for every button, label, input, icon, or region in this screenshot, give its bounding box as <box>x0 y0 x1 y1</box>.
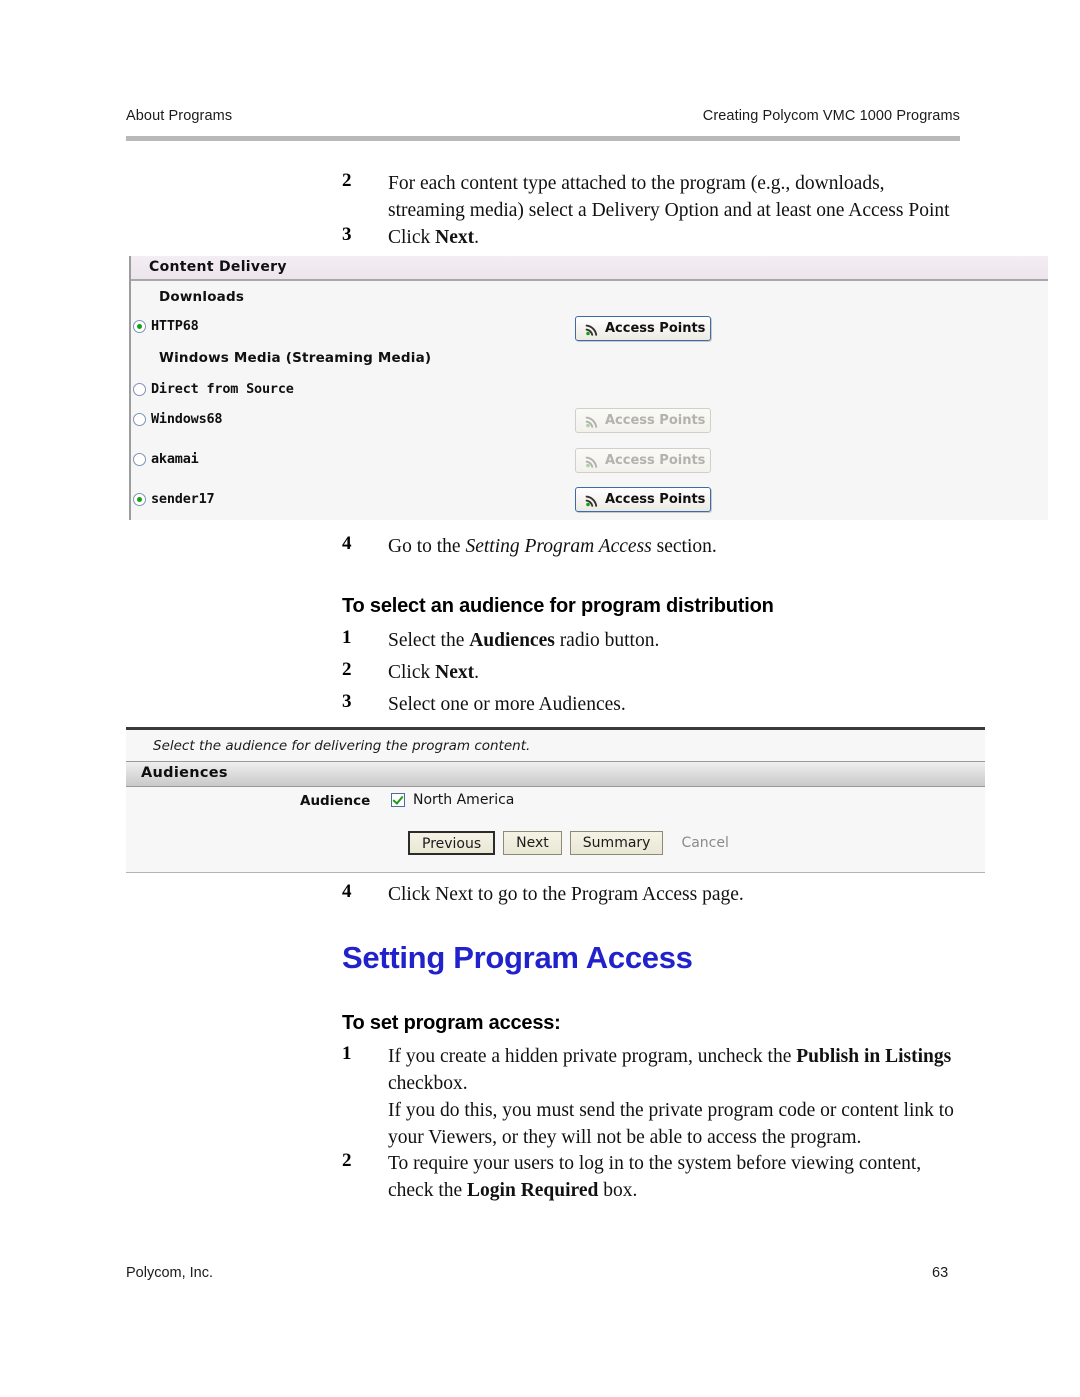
next-button[interactable]: Next <box>503 831 562 855</box>
step-text-bold: Next <box>435 662 475 683</box>
audience-checkbox-row[interactable]: North America <box>391 792 514 808</box>
running-header: About Programs Creating Polycom VMC 1000… <box>126 108 960 138</box>
step-item: 2 For each content type attached to the … <box>342 170 952 224</box>
step-text: Select the Audiences radio button. <box>388 627 952 654</box>
step-item: 1 Select the Audiences radio button. <box>342 627 952 654</box>
step-number: 4 <box>342 881 352 902</box>
header-right-text: Creating Polycom VMC 1000 Programs <box>702 108 960 124</box>
radio-windows68[interactable] <box>133 413 146 426</box>
step-text-before: If you create a hidden private program, … <box>388 1046 797 1067</box>
delivery-option-label: akamai <box>151 451 199 467</box>
step-number: 3 <box>342 224 352 245</box>
step-text: Go to the Setting Program Access section… <box>388 533 952 560</box>
wifi-signal-icon <box>585 414 600 428</box>
audiences-title-bar: Audiences <box>126 761 985 787</box>
access-points-label: Access Points <box>605 413 706 428</box>
step-text-after: box. <box>598 1180 638 1201</box>
content-delivery-screenshot: Content Delivery Downloads HTTP68 Access… <box>129 256 1048 520</box>
footer-page-number: 63 <box>932 1265 949 1281</box>
step-item: 3 Select one or more Audiences. <box>342 691 952 718</box>
step-number: 2 <box>342 1150 352 1171</box>
step-text-bold: Audiences <box>469 630 555 651</box>
step-number: 2 <box>342 170 352 191</box>
footer-company: Polycom, Inc. <box>126 1265 214 1281</box>
step-text-after: section. <box>651 536 717 557</box>
content-delivery-title: Content Delivery <box>149 259 287 275</box>
delivery-option-label: Direct from Source <box>151 381 294 397</box>
step-text: Click Next to go to the Program Access p… <box>388 884 744 905</box>
step-number: 1 <box>342 1043 352 1064</box>
audiences-intro-text: Select the audience for delivering the p… <box>153 738 531 754</box>
step-text-after: radio button. <box>554 630 660 651</box>
radio-sender17[interactable] <box>133 493 146 506</box>
wifi-signal-icon <box>585 322 600 336</box>
step-item: 3 Click Next. <box>342 224 952 251</box>
step-text-after: . <box>474 662 479 683</box>
step-text: Select one or more Audiences. <box>388 694 626 715</box>
audience-field-label: Audience <box>300 793 371 809</box>
summary-button[interactable]: Summary <box>569 831 664 855</box>
heading-select-audience: To select an audience for program distri… <box>342 595 774 617</box>
note-paragraph: If you do this, you must send the privat… <box>388 1100 954 1148</box>
wifi-signal-icon <box>585 493 600 507</box>
delivery-option-row[interactable]: sender17 Access Points <box>131 487 1048 523</box>
radio-http68[interactable] <box>133 320 146 333</box>
step-text-bold: Publish in Listings <box>796 1046 952 1067</box>
audiences-button-row: Previous Next Summary Cancel <box>408 831 729 855</box>
access-points-button-akamai: Access Points <box>575 448 711 473</box>
step-text-after: . <box>474 227 479 248</box>
step-text-before: Go to the <box>388 536 466 557</box>
heading-to-set-program-access: To set program access: <box>342 1012 561 1034</box>
content-delivery-title-bar: Content Delivery <box>131 256 1048 281</box>
step-text: To require your users to log in to the s… <box>388 1150 954 1204</box>
step-text-bold: Next <box>435 227 475 248</box>
checkbox-north-america[interactable] <box>391 793 405 807</box>
step-number: 1 <box>342 627 352 648</box>
delivery-option-label: Windows68 <box>151 411 223 427</box>
audiences-screenshot: Select the audience for delivering the p… <box>126 727 985 873</box>
access-points-button-sender17[interactable]: Access Points <box>575 487 711 512</box>
delivery-option-label: HTTP68 <box>151 318 199 334</box>
step-text: Click Next. <box>388 224 952 251</box>
access-points-button-windows68: Access Points <box>575 408 711 433</box>
step-number: 2 <box>342 659 352 680</box>
wifi-signal-icon <box>585 454 600 468</box>
step-text-before: Click <box>388 227 436 248</box>
step-item: 1 If you create a hidden private program… <box>342 1043 954 1097</box>
audiences-title: Audiences <box>141 765 228 781</box>
step-number: 4 <box>342 533 352 554</box>
step-item: 2 Click Next. <box>342 659 952 686</box>
step-text-bold: Login Required <box>467 1180 599 1201</box>
access-points-label: Access Points <box>605 321 706 336</box>
step-number: 3 <box>342 691 352 712</box>
cancel-link[interactable]: Cancel <box>681 835 728 851</box>
step-item: 2 To require your users to log in to the… <box>342 1150 954 1204</box>
delivery-option-label: sender17 <box>151 491 215 507</box>
radio-akamai[interactable] <box>133 453 146 466</box>
group-label-windows-media: Windows Media (Streaming Media) <box>159 350 432 366</box>
group-label-downloads: Downloads <box>159 289 245 305</box>
access-points-label: Access Points <box>605 492 706 507</box>
header-left-text: About Programs <box>126 108 233 124</box>
header-rule <box>126 136 960 141</box>
step-text-before: Select the <box>388 630 470 651</box>
step-text: Click Next. <box>388 659 952 686</box>
step-item: 4 Click Next to go to the Program Access… <box>342 881 952 908</box>
delivery-option-row[interactable]: HTTP68 Access Points <box>131 316 1048 350</box>
access-points-button-http68[interactable]: Access Points <box>575 316 711 341</box>
step-text: If you create a hidden private program, … <box>388 1043 954 1097</box>
radio-direct-from-source[interactable] <box>133 383 146 396</box>
step-text-before: Click <box>388 662 436 683</box>
step-text-after: checkbox. <box>388 1073 468 1094</box>
delivery-option-row[interactable]: akamai Access Points <box>131 448 1048 483</box>
group-row-windows-media: Windows Media (Streaming Media) <box>131 348 1048 382</box>
step-text-italic: Setting Program Access <box>465 536 652 557</box>
page-title-setting-program-access: Setting Program Access <box>342 940 693 975</box>
checkbox-north-america-label: North America <box>413 792 515 808</box>
previous-button[interactable]: Previous <box>408 831 496 855</box>
step-item: 4 Go to the Setting Program Access secti… <box>342 533 952 560</box>
step-text: For each content type attached to the pr… <box>388 173 950 221</box>
access-points-label: Access Points <box>605 453 706 468</box>
delivery-option-row[interactable]: Windows68 Access Points <box>131 408 1048 443</box>
